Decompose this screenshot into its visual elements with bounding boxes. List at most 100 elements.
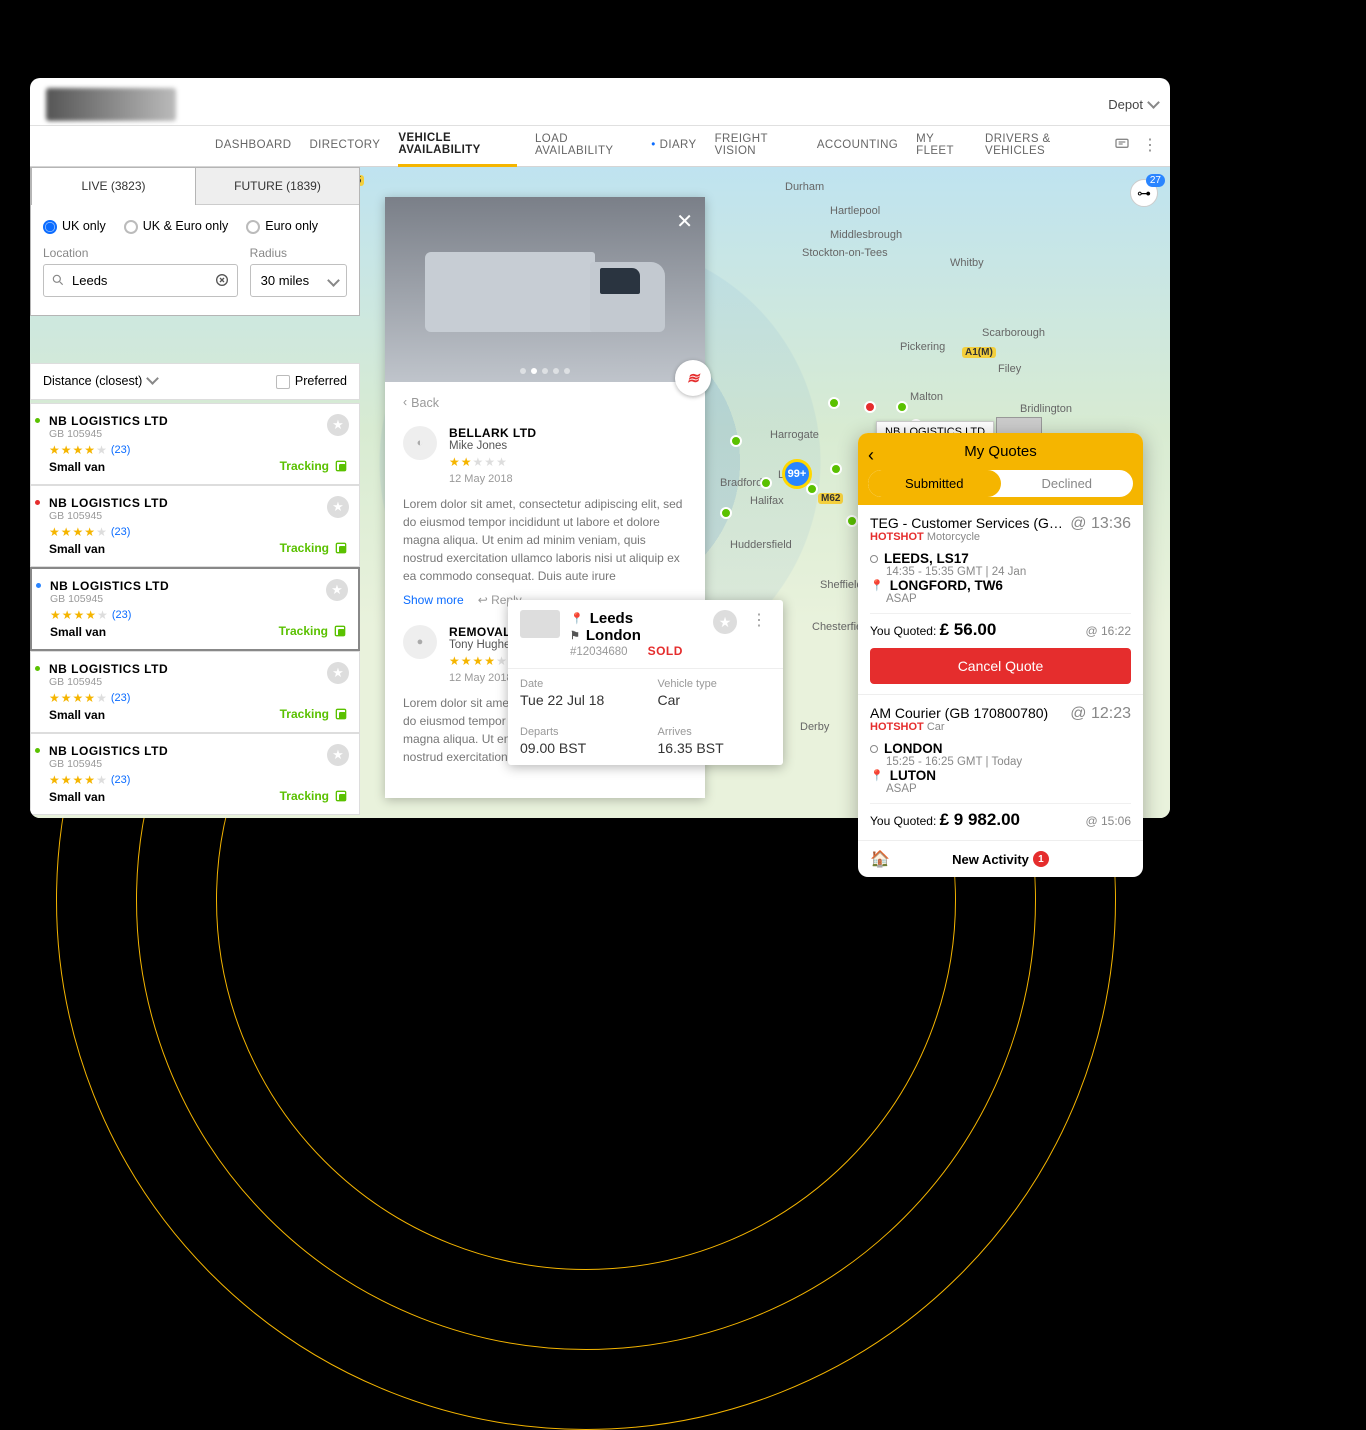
tracking-badge: Tracking — [280, 458, 349, 474]
nav-diary[interactable]: DIARY — [651, 139, 696, 151]
result-card[interactable]: ★ NB LOGISTICS LTD GB 105945 ★★★★★(23) S… — [30, 733, 360, 815]
home-icon[interactable]: 🏠 — [870, 849, 890, 869]
main-nav: DASHBOARD DIRECTORY VEHICLE AVAILABILITY… — [30, 126, 1170, 167]
cancel-quote-button[interactable]: Cancel Quote — [870, 648, 1131, 684]
nav-directory[interactable]: DIRECTORY — [309, 139, 380, 151]
nav-dashboard[interactable]: DASHBOARD — [215, 139, 291, 151]
depot-selector[interactable]: Depot — [1108, 97, 1158, 112]
tab-future[interactable]: FUTURE (1839) — [196, 168, 359, 205]
date-value: Tue 22 Jul 18 — [520, 692, 634, 708]
map-city-label: Middlesbrough — [830, 229, 902, 241]
map-city-label: Hartlepool — [830, 205, 880, 217]
company-name: NB LOGISTICS LTD — [43, 662, 347, 676]
destination: LONGFORD, TW6 — [890, 578, 1003, 593]
favorite-icon[interactable]: ★ — [327, 496, 349, 518]
nav-drivers-vehicles[interactable]: DRIVERS & VEHICLES — [985, 133, 1096, 157]
topbar: Depot — [30, 78, 1170, 126]
status-dot-icon — [35, 748, 40, 753]
favorite-icon[interactable]: ★ — [713, 610, 737, 634]
map-city-label: Filey — [998, 363, 1021, 375]
map-city-label: Scarborough — [982, 327, 1045, 339]
origin-meta: 15:25 - 16:25 GMT | Today — [886, 756, 1131, 768]
quoted-label: You Quoted: — [870, 814, 936, 828]
tracking-badge: Tracking — [279, 623, 348, 639]
sort-select[interactable]: Distance (closest) — [43, 374, 157, 388]
review-company: BELLARK LTD — [449, 426, 687, 440]
result-card[interactable]: ★ NB LOGISTICS LTD GB 105945 ★★★★★(23) S… — [30, 403, 360, 485]
nav-freight-vision[interactable]: FREIGHT VISION — [715, 133, 799, 157]
back-button[interactable]: ›Back — [403, 396, 687, 410]
result-card[interactable]: ★ NB LOGISTICS LTD GB 105945 ★★★★★(23) S… — [30, 485, 360, 567]
rating: ★★★★★(23) — [43, 443, 347, 457]
activity-badge: 1 — [1033, 851, 1049, 867]
posted-time: @ 13:36 — [1070, 515, 1131, 533]
rating: ★★★★★(23) — [44, 608, 346, 622]
chevron-down-icon — [329, 275, 338, 290]
quote-title: TEG - Customer Services (GB 170801... — [870, 515, 1070, 531]
quote-card[interactable]: AM Courier (GB 170800780) HOTSHOT Car @ … — [858, 695, 1143, 841]
map-city-label: Whitby — [950, 257, 984, 269]
company-id: GB 105945 — [43, 428, 347, 440]
nav-my-fleet[interactable]: MY FLEET — [916, 133, 967, 157]
tracking-badge: Tracking — [280, 540, 349, 556]
messages-icon[interactable] — [1114, 136, 1130, 155]
location-input[interactable]: Leeds — [43, 264, 238, 297]
results-list: ★ NB LOGISTICS LTD GB 105945 ★★★★★(23) S… — [30, 403, 360, 815]
clear-icon[interactable] — [214, 272, 230, 291]
radio-euro-only[interactable]: Euro only — [246, 219, 318, 234]
favorite-icon[interactable]: ★ — [326, 579, 348, 601]
favorite-icon[interactable]: ★ — [327, 414, 349, 436]
departs-value: 09.00 BST — [520, 740, 634, 756]
map-city-label: Stockton-on-Tees — [802, 247, 888, 259]
map-settings-icon[interactable]: ⊶27 — [1130, 179, 1158, 207]
nav-accounting[interactable]: ACCOUNTING — [817, 139, 898, 151]
seg-declined[interactable]: Declined — [1001, 470, 1134, 497]
vehicle-photo: ✕ ≋ — [385, 197, 705, 382]
rating: ★★★★★(23) — [43, 525, 347, 539]
status-dot-icon — [35, 418, 40, 423]
close-icon[interactable]: ✕ — [676, 209, 693, 234]
result-card[interactable]: ★ NB LOGISTICS LTD GB 105945 ★★★★★(23) S… — [30, 651, 360, 733]
result-card[interactable]: ★ NB LOGISTICS LTD GB 105945 ★★★★★(23) S… — [30, 567, 360, 651]
favorite-icon[interactable]: ★ — [327, 744, 349, 766]
tracking-badge: Tracking — [280, 788, 349, 804]
flag-icon: ⚑ — [570, 629, 580, 642]
seg-submitted[interactable]: Submitted — [868, 470, 1001, 497]
overflow-icon[interactable]: ⋮ — [747, 610, 771, 630]
status-dot-icon — [35, 666, 40, 671]
destination-pin-icon: 📍 — [870, 769, 884, 782]
status-dot-icon — [36, 583, 41, 588]
radio-uk-only[interactable]: UK only — [43, 219, 106, 234]
nav-load-availability[interactable]: LOAD AVAILABILITY — [535, 133, 633, 157]
company-name: NB LOGISTICS LTD — [44, 579, 346, 593]
preferred-checkbox[interactable]: Preferred — [276, 374, 347, 389]
map-city-label: Bridlington — [1020, 403, 1072, 415]
destination-meta: ASAP — [886, 783, 1131, 795]
map-city-label: Pickering — [900, 341, 945, 353]
radio-uk-euro[interactable]: UK & Euro only — [124, 219, 228, 234]
vehicle-type-label: Vehicle type — [658, 678, 772, 690]
search-icon — [51, 273, 65, 290]
location-label: Location — [43, 246, 238, 260]
back-icon[interactable]: ‹ — [868, 445, 874, 466]
map-city-label: Harrogate — [770, 429, 819, 441]
region-options: UK only UK & Euro only Euro only — [31, 205, 359, 242]
favorite-icon[interactable]: ★ — [327, 662, 349, 684]
mobile-footer[interactable]: 🏠 New Activity 1 — [858, 841, 1143, 877]
quote-card[interactable]: TEG - Customer Services (GB 170801... HO… — [858, 505, 1143, 695]
map-city-label: Durham — [785, 181, 824, 193]
show-more-link[interactable]: Show more — [403, 593, 464, 607]
arrives-label: Arrives — [658, 726, 772, 738]
origin: LEEDS, LS17 — [884, 551, 969, 566]
overflow-icon[interactable]: ⋮ — [1142, 135, 1158, 155]
rating: ★★★★★(23) — [43, 773, 347, 787]
origin-dot-icon — [870, 745, 878, 753]
chevron-down-icon — [1149, 97, 1158, 112]
carousel-dots[interactable] — [520, 368, 570, 374]
map-city-label: Bradford — [720, 477, 762, 489]
radius-select[interactable]: 30 miles — [250, 264, 347, 297]
tab-live[interactable]: LIVE (3823) — [31, 168, 196, 205]
brand-logo — [46, 88, 176, 121]
sort-row: Distance (closest) Preferred — [30, 363, 360, 400]
nav-vehicle-availability[interactable]: VEHICLE AVAILABILITY — [398, 132, 517, 167]
